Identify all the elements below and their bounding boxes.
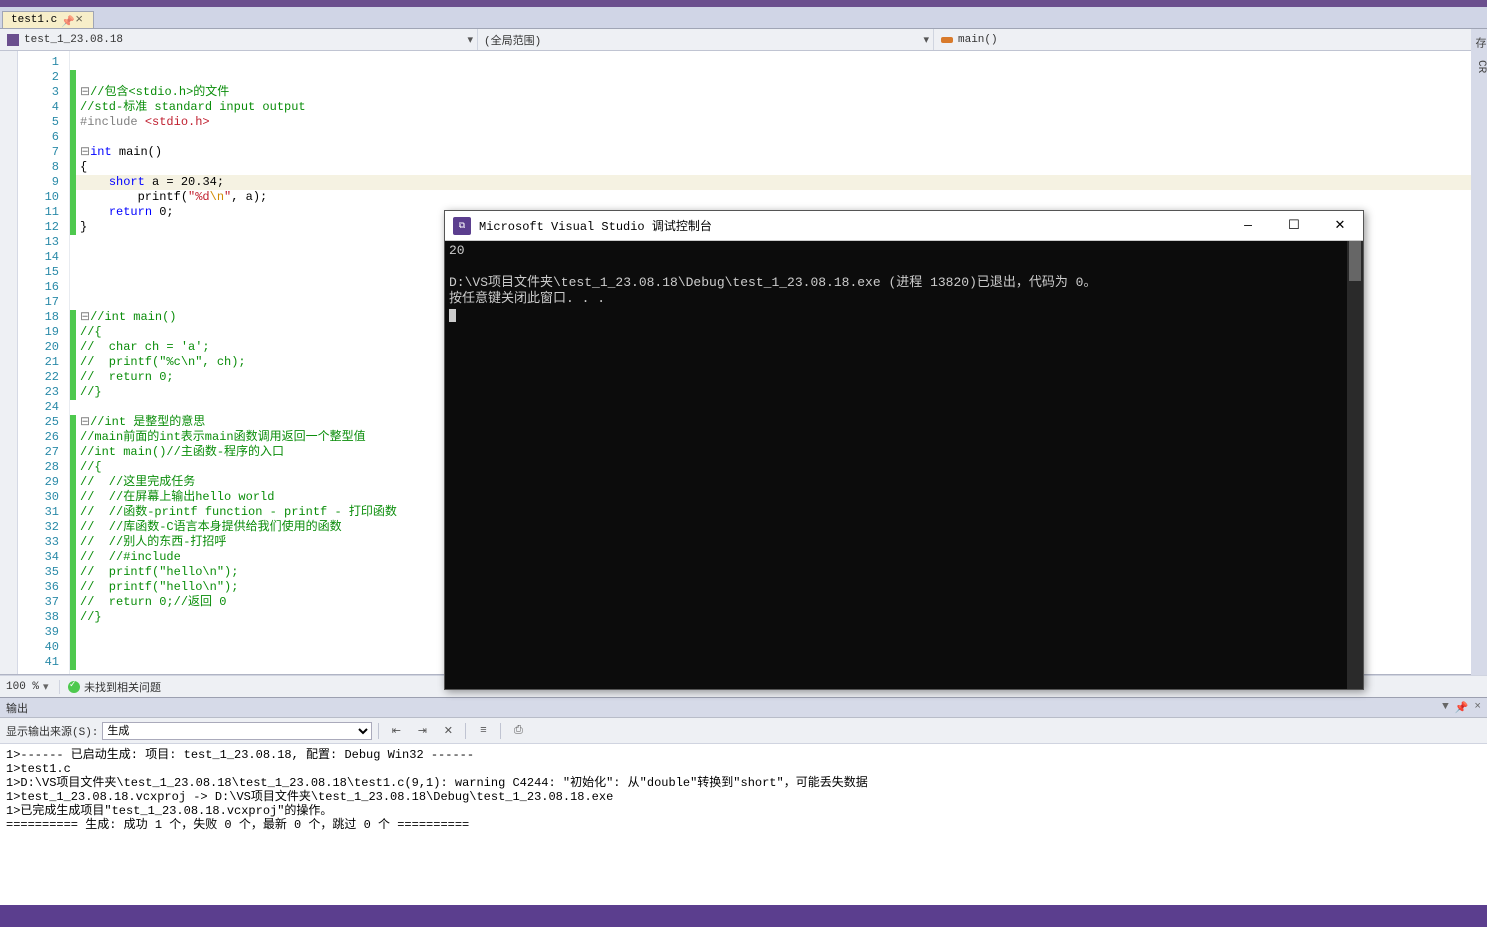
console-titlebar[interactable]: ⧉ Microsoft Visual Studio 调试控制台 — ☐ ✕ — [445, 211, 1363, 241]
separator — [465, 723, 466, 739]
output-source-select[interactable]: 生成 — [102, 722, 372, 740]
breakpoint-margin[interactable] — [0, 51, 18, 674]
side-panel-tab[interactable]: CR — [1471, 60, 1487, 73]
pin-icon[interactable]: 📌 — [1455, 701, 1469, 715]
toggle-wrap-icon[interactable]: ≡ — [472, 721, 494, 741]
line-number-gutter: 1234567891011121314151617181920212223242… — [18, 51, 70, 674]
vs-icon: ⧉ — [453, 217, 471, 235]
chevron-down-icon: ▾ — [467, 33, 473, 47]
side-panel-tab[interactable]: 存 — [1471, 37, 1487, 48]
issues-label: 未找到相关问题 — [84, 679, 161, 695]
project-icon — [6, 33, 20, 47]
output-panel-header[interactable]: 输出 ▼ 📌 × — [0, 698, 1487, 718]
zoom-dropdown[interactable]: 100 % ▾ — [0, 680, 60, 694]
console-title-text: Microsoft Visual Studio 调试控制台 — [479, 217, 712, 234]
maximize-button[interactable]: ☐ — [1271, 211, 1317, 241]
debug-console-window: ⧉ Microsoft Visual Studio 调试控制台 — ☐ ✕ 20… — [444, 210, 1364, 690]
clear-icon[interactable]: ✕ — [437, 721, 459, 741]
method-icon — [940, 33, 954, 47]
dropdown-icon[interactable]: ▼ — [1442, 701, 1449, 715]
file-tab-active[interactable]: test1.c 📌 × — [2, 11, 94, 28]
console-scrollbar[interactable] — [1347, 241, 1363, 689]
navigation-bar: test_1_23.08.18 ▾ (全局范围) ▾ main() ▾ — [0, 29, 1487, 51]
output-title: 输出 — [6, 700, 28, 716]
close-tab-icon[interactable]: × — [75, 15, 85, 25]
separator — [500, 723, 501, 739]
toggle-log-icon[interactable]: ⎙ — [507, 721, 529, 741]
issues-indicator[interactable]: 未找到相关问题 — [60, 679, 161, 695]
close-icon[interactable]: × — [1474, 701, 1481, 715]
goto-next-icon[interactable]: ⇥ — [411, 721, 433, 741]
output-panel: 输出 ▼ 📌 × 显示输出来源(S): 生成 ⇤ ⇥ ✕ ≡ ⎙ 1>-----… — [0, 697, 1487, 905]
console-output[interactable]: 20 D:\VS项目文件夹\test_1_23.08.18\Debug\test… — [445, 241, 1363, 689]
scrollbar-thumb[interactable] — [1349, 241, 1361, 281]
nav-project-dropdown[interactable]: test_1_23.08.18 ▾ — [0, 29, 478, 50]
separator — [378, 723, 379, 739]
output-source-label: 显示输出来源(S): — [6, 723, 98, 739]
nav-project-label: test_1_23.08.18 — [24, 34, 123, 46]
nav-scope-dropdown[interactable]: (全局范围) ▾ — [478, 29, 934, 50]
nav-member-dropdown[interactable]: main() ▾ — [934, 29, 1487, 50]
nav-scope-label: (全局范围) — [484, 32, 541, 48]
pin-icon[interactable]: 📌 — [61, 15, 71, 25]
minimize-button[interactable]: — — [1225, 211, 1271, 241]
ide-status-bar — [0, 905, 1487, 927]
output-toolbar: 显示输出来源(S): 生成 ⇤ ⇥ ✕ ≡ ⎙ — [0, 718, 1487, 744]
menu-bar-placeholder — [0, 0, 1487, 7]
output-text[interactable]: 1>------ 已启动生成: 项目: test_1_23.08.18, 配置:… — [0, 744, 1487, 905]
zoom-label: 100 % — [6, 681, 39, 693]
collapsed-side-panels[interactable]: 存 CR — [1471, 29, 1487, 675]
chevron-down-icon: ▾ — [43, 680, 49, 694]
goto-prev-icon[interactable]: ⇤ — [385, 721, 407, 741]
nav-member-label: main() — [958, 34, 998, 46]
close-button[interactable]: ✕ — [1317, 211, 1363, 241]
chevron-down-icon: ▾ — [923, 33, 929, 47]
document-tab-strip: test1.c 📌 × — [0, 7, 1487, 29]
check-circle-icon — [68, 681, 80, 693]
tab-label: test1.c — [11, 14, 57, 26]
